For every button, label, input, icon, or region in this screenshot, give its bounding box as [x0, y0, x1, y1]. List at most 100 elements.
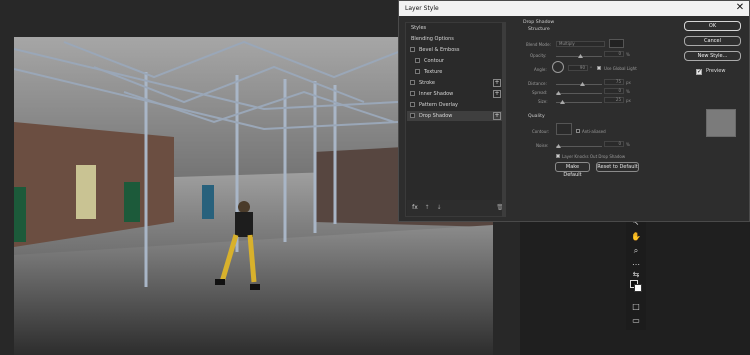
distance-value: 75 — [615, 79, 621, 84]
add-style-button[interactable]: + — [493, 79, 501, 87]
style-item-label: Bevel & Emboss — [419, 47, 460, 53]
layer-knocks-out-label: Layer Knocks Out Drop Shadow — [562, 154, 626, 159]
size-label: Size: — [538, 99, 548, 104]
contour-label: Contour: — [532, 129, 550, 134]
style-item-stroke[interactable]: Stroke + — [407, 78, 505, 88]
add-style-button[interactable]: + — [493, 112, 501, 120]
preview-thumbnail — [706, 109, 736, 137]
noise-label: Noise: — [536, 143, 549, 148]
anti-aliased-label: Anti-aliased — [582, 129, 606, 134]
style-checkbox[interactable] — [415, 69, 420, 74]
cancel-button[interactable]: Cancel — [684, 36, 741, 46]
more-icon[interactable]: ⋯ — [631, 260, 641, 270]
style-checkbox[interactable] — [415, 58, 420, 63]
color-swap-icon[interactable]: ⇆ — [631, 270, 641, 280]
dialog-title: Layer Style — [405, 5, 439, 12]
style-item-label: Stroke — [419, 80, 435, 86]
settings-title: Drop Shadow — [523, 20, 555, 25]
move-down-icon[interactable]: ↓ — [435, 204, 443, 212]
spread-label: Spread: — [532, 90, 548, 95]
dialog-titlebar: Layer Style ✕ — [399, 1, 749, 16]
make-default-button[interactable]: Make Default — [555, 162, 590, 178]
spread-unit: % — [626, 89, 630, 94]
blend-mode-value: Multiply — [559, 41, 575, 46]
style-checkbox[interactable] — [410, 102, 415, 107]
size-field[interactable]: 25 — [604, 97, 624, 103]
make-default-label: Make Default — [563, 164, 582, 178]
angle-field[interactable]: 90 — [568, 65, 588, 71]
background-color-swatch[interactable] — [634, 284, 642, 292]
blend-mode-label: Blend Mode: — [526, 42, 551, 47]
angle-value: 90 — [579, 65, 585, 70]
new-style-label: New Style... — [697, 53, 728, 59]
layer-style-dialog: Layer Style ✕ Styles Blending Options Be… — [398, 0, 750, 222]
style-item-label: Blending Options — [411, 36, 454, 42]
cancel-label: Cancel — [704, 38, 721, 44]
style-item-styles[interactable]: Styles — [407, 23, 505, 33]
ok-label: OK — [708, 23, 717, 29]
noise-value: 0 — [618, 141, 621, 146]
noise-field[interactable]: 0 — [604, 141, 624, 147]
style-item-label: Styles — [411, 25, 427, 31]
styles-list: Styles Blending Options Bevel & Emboss C… — [405, 22, 506, 217]
opacity-field[interactable]: 0 — [604, 51, 624, 57]
style-item-label: Contour — [424, 58, 444, 64]
reset-to-default-label: Reset to Default — [597, 164, 638, 170]
tool-column: ↖ ✋ ⌕ ⋯ ⇆ □ ▭ — [626, 210, 646, 330]
noise-unit: % — [626, 142, 630, 147]
style-item-contour[interactable]: Contour — [407, 56, 505, 66]
style-item-label: Texture — [424, 69, 443, 75]
anti-aliased-checkbox[interactable] — [576, 129, 580, 133]
blend-mode-select[interactable]: Multiply — [556, 41, 605, 47]
angle-dial[interactable] — [552, 61, 564, 73]
photoshop-workspace: ↖ ✋ ⌕ ⋯ ⇆ □ ▭ Layer Style ✕ Styles Blend… — [0, 0, 750, 355]
style-item-inner-shadow[interactable]: Inner Shadow + — [407, 89, 505, 99]
preview-label: Preview — [706, 68, 726, 74]
distance-slider[interactable] — [556, 84, 602, 85]
style-checkbox[interactable] — [410, 47, 415, 52]
spread-slider[interactable] — [556, 93, 602, 94]
style-item-bevel-emboss[interactable]: Bevel & Emboss — [407, 45, 505, 55]
drop-shadow-settings: Drop Shadow Structure Blend Mode: Multip… — [518, 19, 678, 219]
hand-icon[interactable]: ✋ — [631, 232, 641, 242]
close-icon[interactable]: ✕ — [734, 2, 746, 14]
style-item-label: Pattern Overlay — [419, 102, 459, 108]
shadow-color-swatch[interactable] — [609, 39, 624, 48]
size-unit: px — [626, 98, 631, 103]
distance-field[interactable]: 75 — [604, 79, 624, 85]
styles-scrollbar[interactable] — [502, 22, 506, 217]
size-value: 25 — [615, 97, 621, 102]
style-item-pattern-overlay[interactable]: Pattern Overlay — [407, 100, 505, 110]
style-checkbox[interactable] — [410, 91, 415, 96]
use-global-light-checkbox[interactable] — [597, 66, 601, 70]
style-item-blending-options[interactable]: Blending Options — [407, 34, 505, 44]
style-item-texture[interactable]: Texture — [407, 67, 505, 77]
quality-heading: Quality — [528, 114, 545, 119]
style-item-drop-shadow[interactable]: Drop Shadow + — [407, 111, 505, 121]
new-style-button[interactable]: New Style... — [684, 51, 741, 61]
noise-slider[interactable] — [556, 146, 602, 147]
distance-unit: px — [626, 80, 631, 85]
move-up-icon[interactable]: ↑ — [423, 204, 431, 212]
dialog-buttons: OK Cancel New Style... Preview — [684, 21, 749, 137]
zoom-icon[interactable]: ⌕ — [631, 246, 641, 256]
fx-icon[interactable]: fx — [411, 204, 419, 212]
preview-checkbox[interactable] — [696, 68, 702, 75]
screen-mode-icon[interactable]: ▭ — [631, 316, 641, 326]
opacity-value: 0 — [618, 51, 621, 56]
ok-button[interactable]: OK — [684, 21, 741, 31]
distance-label: Distance: — [528, 81, 547, 86]
reset-to-default-button[interactable]: Reset to Default — [596, 162, 639, 172]
style-checkbox[interactable] — [410, 80, 415, 85]
style-item-label: Inner Shadow — [419, 91, 454, 97]
contour-picker[interactable] — [556, 123, 572, 135]
layer-knocks-out-checkbox[interactable] — [556, 154, 560, 158]
use-global-light-label: Use Global Light — [604, 66, 637, 71]
opacity-unit: % — [626, 52, 630, 57]
structure-heading: Structure — [528, 27, 550, 32]
spread-field[interactable]: 0 — [604, 88, 624, 94]
angle-label: Angle: — [534, 67, 547, 72]
quick-mask-icon[interactable]: □ — [631, 302, 641, 312]
style-checkbox[interactable] — [410, 113, 415, 118]
add-style-button[interactable]: + — [493, 90, 501, 98]
